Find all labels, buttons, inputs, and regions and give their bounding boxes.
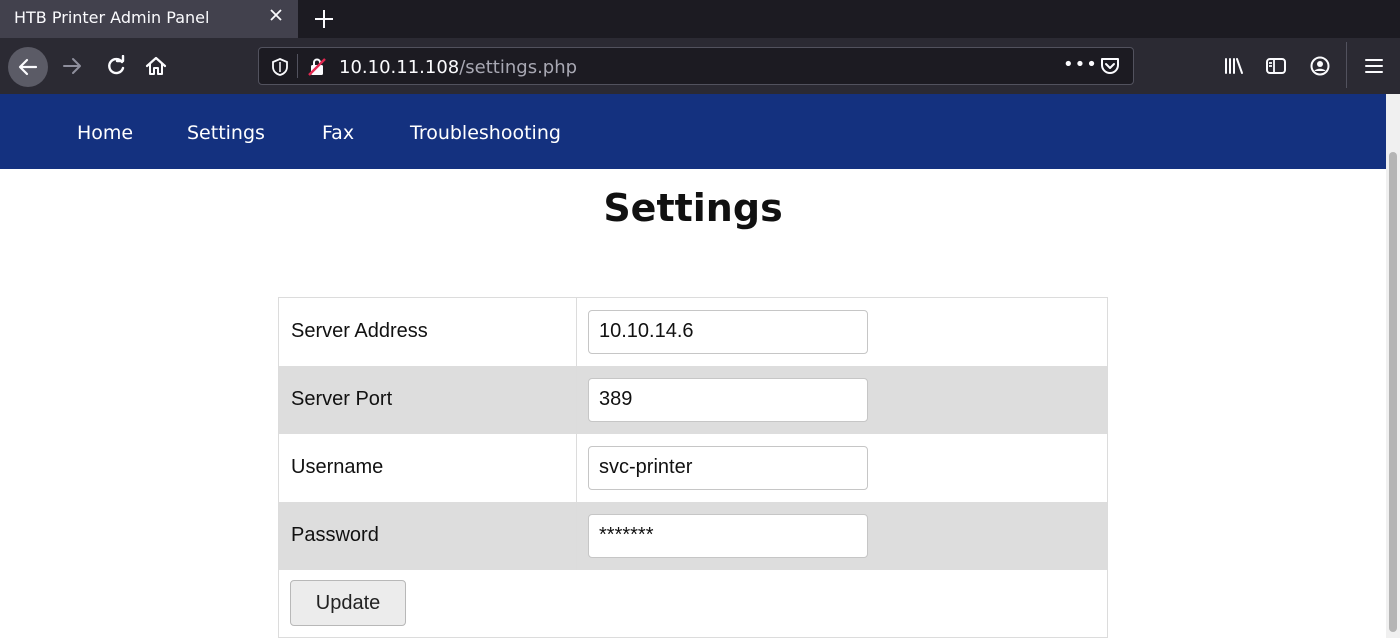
server-address-label: Server Address bbox=[278, 297, 577, 366]
back-arrow-icon[interactable] bbox=[8, 47, 48, 87]
nav-link-home[interactable]: Home bbox=[77, 122, 133, 144]
server-address-cell bbox=[577, 298, 1108, 366]
shield-icon[interactable] bbox=[271, 57, 289, 81]
submit-cell: Update bbox=[279, 570, 1108, 638]
server-port-label: Server Port bbox=[278, 365, 577, 434]
server-port-input[interactable] bbox=[588, 377, 868, 422]
page-title: Settings bbox=[603, 186, 783, 230]
hamburger-menu-icon[interactable] bbox=[1356, 48, 1392, 84]
nav-link-fax[interactable]: Fax bbox=[322, 122, 354, 144]
browser-toolbar: 10.10.11.108/settings.php ••• bbox=[0, 38, 1400, 94]
pocket-icon[interactable] bbox=[1099, 56, 1121, 80]
nav-link-settings[interactable]: Settings bbox=[187, 122, 265, 144]
plus-icon[interactable] bbox=[312, 3, 336, 37]
username-label: Username bbox=[278, 433, 577, 502]
page-scrollbar[interactable] bbox=[1386, 94, 1400, 638]
address-bar[interactable]: 10.10.11.108/settings.php ••• bbox=[258, 47, 1134, 85]
form-row-server-address: Server Address bbox=[278, 297, 1108, 366]
password-label: Password bbox=[278, 501, 577, 570]
url-host: 10.10.11.108 bbox=[339, 57, 460, 78]
more-dots-icon[interactable]: ••• bbox=[1063, 54, 1098, 75]
sidebar-icon[interactable] bbox=[1258, 48, 1294, 84]
nav-link-troubleshooting[interactable]: Troubleshooting bbox=[410, 122, 561, 144]
insecure-lock-icon[interactable] bbox=[307, 57, 327, 81]
url-path: /settings.php bbox=[459, 57, 578, 78]
server-port-cell bbox=[577, 366, 1108, 434]
url-text[interactable]: 10.10.11.108/settings.php bbox=[339, 57, 577, 78]
update-button[interactable]: Update bbox=[290, 580, 406, 627]
forward-arrow-icon[interactable] bbox=[54, 48, 90, 84]
username-input[interactable] bbox=[588, 445, 868, 490]
site-nav: Home Settings Fax Troubleshooting bbox=[0, 94, 1386, 169]
account-icon[interactable] bbox=[1302, 48, 1338, 84]
password-cell bbox=[577, 502, 1108, 570]
active-tab[interactable]: HTB Printer Admin Panel bbox=[0, 0, 298, 38]
tab-bar: HTB Printer Admin Panel bbox=[0, 0, 1400, 38]
home-icon[interactable] bbox=[138, 48, 174, 84]
url-separator bbox=[297, 54, 298, 78]
page-viewport: Home Settings Fax Troubleshooting Settin… bbox=[0, 94, 1386, 638]
form-row-submit: Update bbox=[279, 570, 1108, 638]
toolbar-separator bbox=[1346, 42, 1347, 88]
password-input[interactable] bbox=[588, 513, 868, 558]
server-address-input[interactable] bbox=[588, 309, 868, 354]
settings-form: Server Address Server Port Username Pass… bbox=[278, 297, 1108, 638]
tab-title: HTB Printer Admin Panel bbox=[14, 8, 210, 27]
scrollbar-thumb[interactable] bbox=[1389, 152, 1397, 632]
library-icon[interactable] bbox=[1216, 48, 1252, 84]
form-row-server-port: Server Port bbox=[278, 365, 1108, 434]
reload-icon[interactable] bbox=[98, 48, 134, 84]
close-icon[interactable] bbox=[268, 7, 284, 28]
form-row-password: Password bbox=[278, 501, 1108, 570]
form-row-username: Username bbox=[278, 433, 1108, 502]
username-cell bbox=[577, 434, 1108, 502]
